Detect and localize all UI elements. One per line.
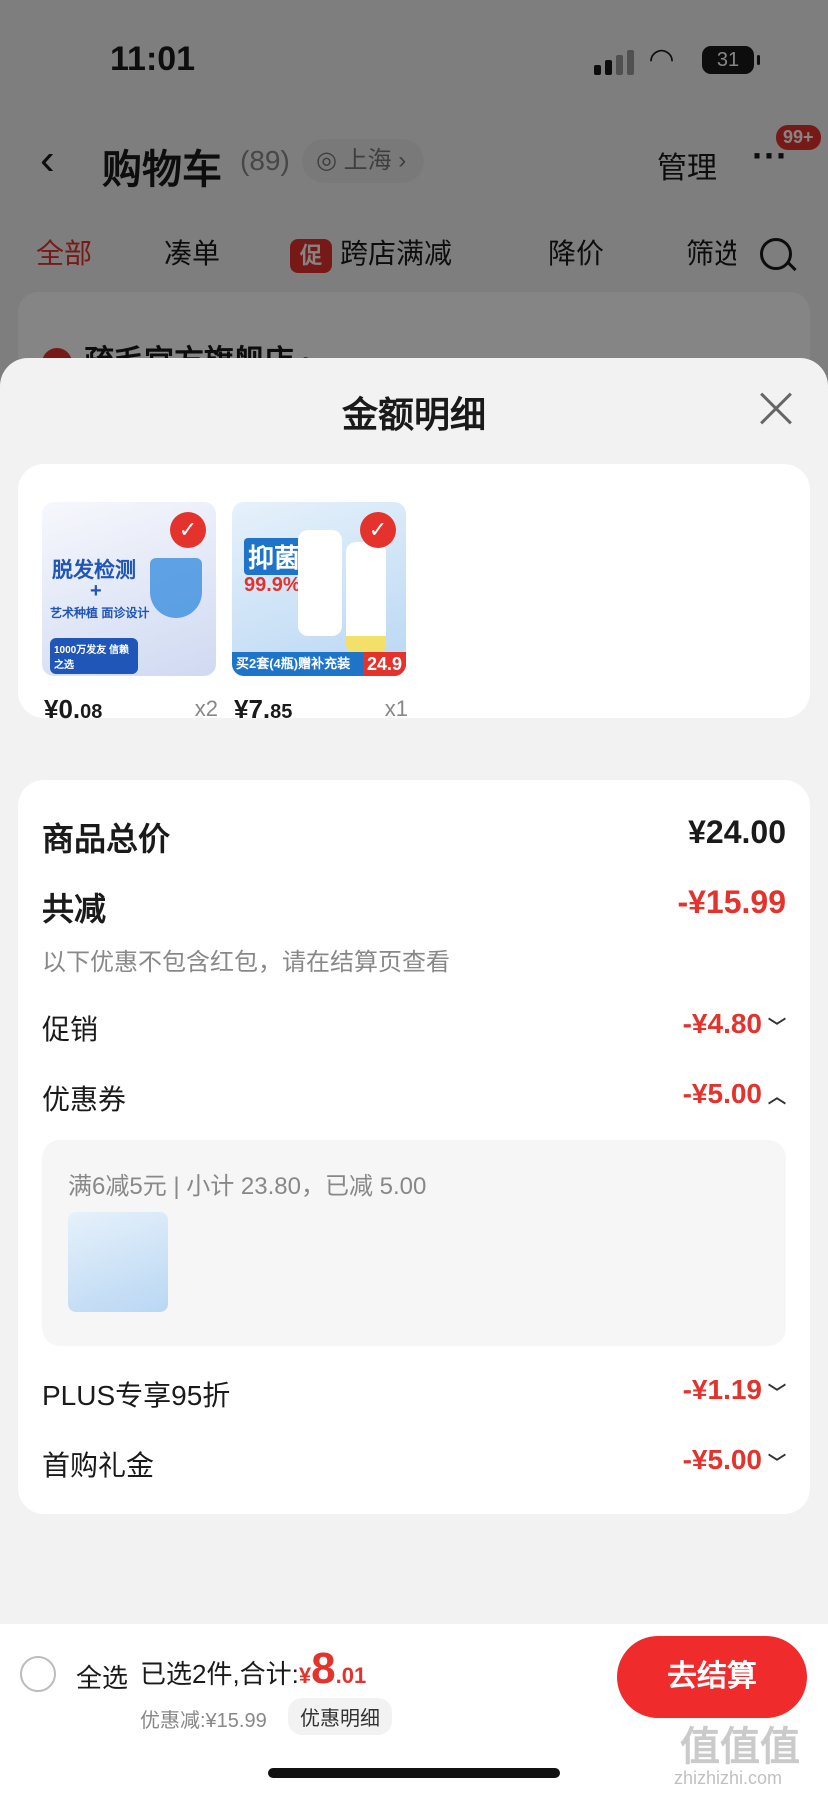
product-image-line: 艺术种植 面诊设计: [50, 606, 150, 620]
product-image: 脱发检测 + 艺术种植 面诊设计 1000万发友 信赖之选 ✓: [42, 502, 216, 676]
chevron-up-icon: ︿: [768, 1086, 786, 1107]
sheet-title: 金额明细: [341, 394, 486, 435]
product-qty: x1: [384, 696, 408, 721]
first-purchase-amount: -¥5.00: [682, 1444, 762, 1475]
shield-icon: [150, 558, 202, 618]
product-price: ¥0.08: [44, 694, 102, 725]
promo-label: 促销: [42, 1014, 99, 1045]
selected-check-icon: ✓: [360, 512, 396, 548]
chevron-down-icon: ﹀: [768, 1016, 786, 1037]
plus-row[interactable]: PLUS专享95折 -¥1.19 ﹀: [42, 1374, 786, 1414]
product-price: ¥7.85: [234, 694, 292, 725]
product-image: 抑菌 99.9% 买2套(4瓶)赠补充装 24.9 ✓: [232, 502, 406, 676]
coupon-product-thumbnail: [68, 1212, 168, 1312]
coupon-label: 优惠券: [42, 1084, 127, 1115]
select-all-label[interactable]: 全选: [76, 1658, 128, 1695]
product-image-tag: 24.9: [362, 652, 406, 676]
total-symbol: ¥: [298, 1663, 312, 1688]
discount-text: 优惠减:¥15.99: [140, 1710, 267, 1732]
price-breakdown-card: 商品总价 ¥24.00 共减 -¥15.99 以下优惠不包含红包，请在结算页查看…: [18, 780, 810, 1514]
product-image-tag: 1000万发友 信赖之选: [50, 638, 138, 674]
watermark-site: zhizhizhi.com: [674, 1768, 783, 1788]
reduce-note: 以下优惠不包含红包，请在结算页查看: [42, 949, 450, 976]
price-int: ¥7.: [234, 694, 271, 724]
product-qty: x2: [194, 696, 218, 721]
price-int: ¥0.: [44, 694, 81, 724]
total-price-value: ¥24.00: [688, 814, 786, 850]
checkout-button[interactable]: 去结算: [617, 1636, 807, 1718]
total-dec: .01: [335, 1663, 367, 1688]
coupon-detail-box: 满6减5元 | 小计 23.80，已减 5.00: [42, 1140, 786, 1346]
coupon-row[interactable]: 优惠券 -¥5.00 ︿: [42, 1078, 786, 1118]
summary-prefix: 已选2件,合计:: [140, 1659, 299, 1689]
products-card: 脱发检测 + 艺术种植 面诊设计 1000万发友 信赖之选 ✓ ¥0.08 x2…: [18, 464, 810, 724]
reduce-value: -¥15.99: [677, 884, 786, 920]
home-indicator: [268, 1768, 560, 1778]
product-image-sub: 99.9%: [244, 574, 301, 596]
plus-amount: -¥1.19: [682, 1374, 762, 1405]
order-summary: 已选2件,合计:¥8.01: [140, 1644, 366, 1694]
product-item[interactable]: 脱发检测 + 艺术种植 面诊设计 1000万发友 信赖之选 ✓ ¥0.08 x2: [42, 502, 218, 724]
first-purchase-row[interactable]: 首购礼金 -¥5.00 ﹀: [42, 1444, 786, 1484]
coupon-amount: -¥5.00: [682, 1078, 762, 1109]
chevron-down-icon: ﹀: [768, 1382, 786, 1403]
discount-detail-button[interactable]: 优惠明细: [288, 1698, 392, 1735]
reduce-label: 共减: [42, 891, 107, 927]
amount-detail-sheet: 金额明细 脱发检测 + 艺术种植 面诊设计 1000万发友 信赖之选 ✓ ¥0.…: [0, 358, 828, 1796]
plus-value: -¥1.19 ﹀: [683, 1374, 786, 1406]
reduce-row: 共减 -¥15.99: [42, 884, 786, 927]
chevron-down-icon: ﹀: [768, 1452, 786, 1473]
bottle-icon: [298, 530, 342, 636]
total-int: 8: [311, 1644, 336, 1693]
promo-amount: -¥4.80: [682, 1008, 762, 1039]
plus-label: PLUS专享95折: [42, 1380, 231, 1411]
selected-check-icon: ✓: [170, 512, 206, 548]
promo-value: -¥4.80 ﹀: [683, 1008, 786, 1040]
product-item[interactable]: 抑菌 99.9% 买2套(4瓶)赠补充装 24.9 ✓ ¥7.85 x1: [232, 502, 408, 724]
price-dec: 85: [270, 701, 293, 723]
select-all-radio[interactable]: [20, 1656, 56, 1692]
total-price-row: 商品总价 ¥24.00: [42, 814, 786, 857]
coupon-value: -¥5.00 ︿: [683, 1078, 786, 1110]
product-image-sub: +: [90, 580, 102, 602]
order-total: ¥8.01: [298, 1644, 367, 1693]
close-icon[interactable]: [755, 388, 795, 428]
first-purchase-value: -¥5.00 ﹀: [683, 1444, 786, 1476]
price-dec: 08: [80, 701, 103, 723]
product-image-title: 抑菌: [244, 538, 305, 575]
promo-row[interactable]: 促销 -¥4.80 ﹀: [42, 1008, 786, 1048]
first-purchase-label: 首购礼金: [42, 1450, 155, 1481]
bottle-icon: [346, 542, 386, 654]
watermark-logo: 值值值: [680, 1725, 800, 1769]
total-price-label: 商品总价: [42, 821, 171, 857]
coupon-detail-text: 满6减5元 | 小计 23.80，已减 5.00: [68, 1173, 427, 1200]
